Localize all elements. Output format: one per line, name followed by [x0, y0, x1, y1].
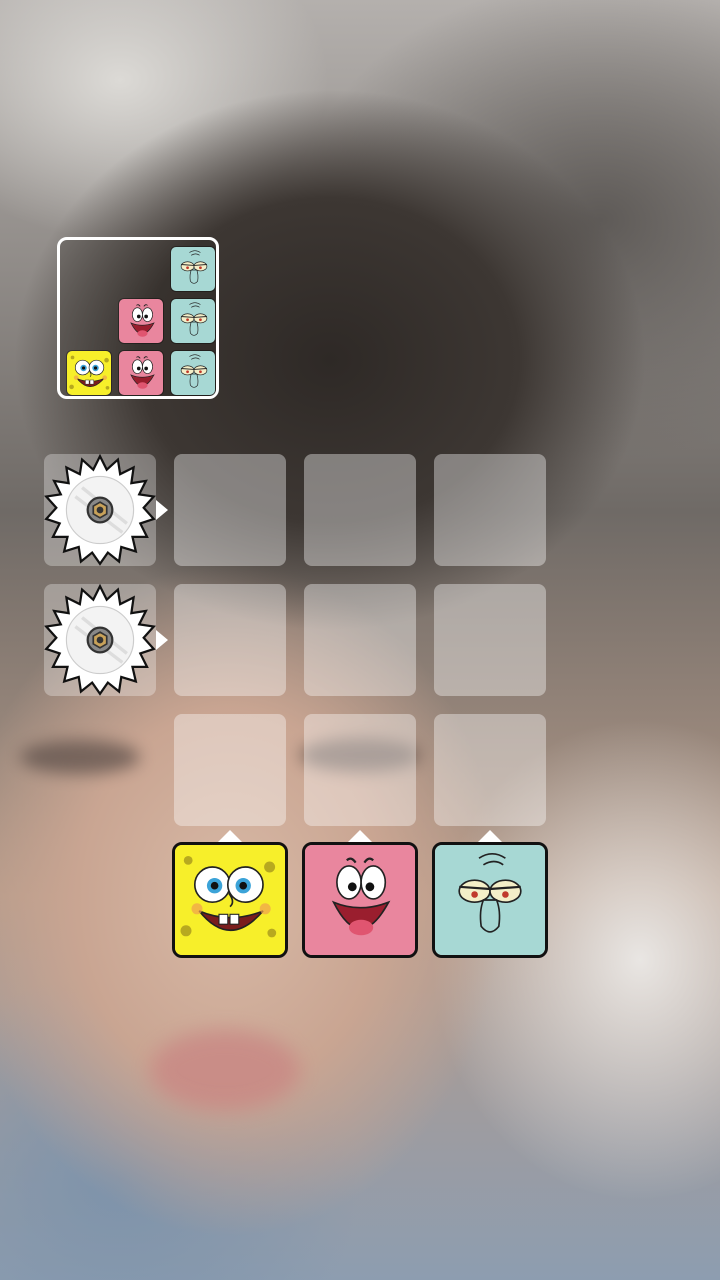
squidward-face-icon: [170, 298, 216, 344]
saw-tile: [44, 454, 156, 566]
grid-cell: [434, 714, 546, 826]
patrick-face-icon: [305, 845, 415, 955]
circular-saw-icon: [44, 584, 156, 696]
patrick-face-icon: [118, 298, 164, 344]
launch-direction-arrow: [478, 830, 502, 842]
grid-cell: [304, 454, 416, 566]
patrick-launch-button[interactable]: [302, 842, 418, 958]
grid-cell: [304, 714, 416, 826]
grid-cell: [434, 584, 546, 696]
spongebob-face-icon: [66, 350, 112, 396]
saw-tile: [44, 584, 156, 696]
grid-cell: [174, 714, 286, 826]
saw-direction-arrow: [156, 500, 168, 520]
spongebob-launch-button[interactable]: [172, 842, 288, 958]
background-blur: [150, 1030, 300, 1110]
grid-cell: [174, 584, 286, 696]
grid-cell: [174, 454, 286, 566]
launch-direction-arrow: [348, 830, 372, 842]
squidward-face-icon: [170, 246, 216, 292]
background-blur: [20, 740, 140, 774]
squidward-launch-button[interactable]: [432, 842, 548, 958]
squidward-face-icon: [170, 350, 216, 396]
spongebob-face-icon: [175, 845, 285, 955]
target-pattern-card: [57, 237, 219, 399]
squidward-face-icon: [435, 845, 545, 955]
saw-direction-arrow: [156, 630, 168, 650]
patrick-face-icon: [118, 350, 164, 396]
grid-cell: [304, 584, 416, 696]
circular-saw-icon: [44, 454, 156, 566]
grid-cell: [434, 454, 546, 566]
launch-direction-arrow: [218, 830, 242, 842]
